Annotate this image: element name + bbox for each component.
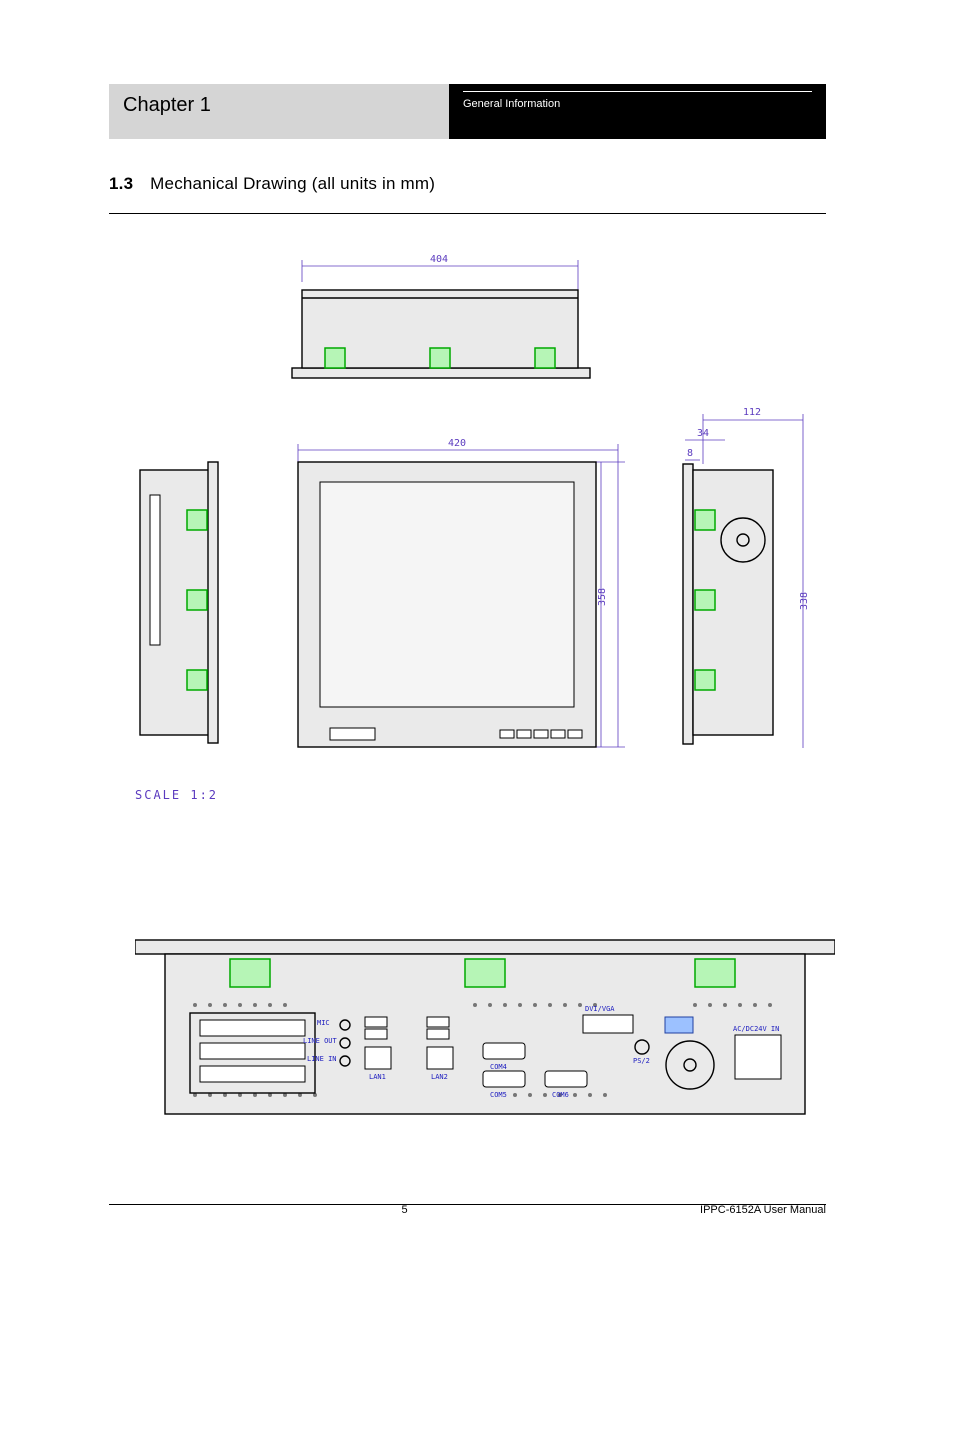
dim-side-inner2: 8 [687, 448, 693, 459]
port-dvi-label: DVI/VGA [585, 1005, 615, 1013]
port-com4-label: COM4 [490, 1063, 507, 1071]
port-power-label: AC/DC24V IN [733, 1025, 779, 1033]
dim-front-width: 420 [448, 438, 466, 449]
dim-side-height: 338 [799, 592, 810, 610]
section-number: 1.3 [109, 174, 133, 193]
dim-side-depth: 112 [743, 407, 761, 418]
chapter-header: Chapter 1 General Information [109, 84, 826, 139]
port-linein-label: LINE IN [307, 1055, 337, 1063]
port-lan1-label: LAN1 [369, 1073, 386, 1081]
front-view: 420 358 [298, 438, 625, 747]
port-lineout-label: LINE OUT [303, 1037, 338, 1045]
section-heading: 1.3 Mechanical Drawing (all units in mm) [109, 174, 826, 194]
page-number: 5 [401, 1204, 407, 1216]
mechanical-drawing-bottom: MIC LINE OUT LINE IN LAN1 LAN2 DVI/VGA P… [135, 935, 835, 1155]
chapter-title: General Information [463, 98, 560, 110]
port-ps2-label: PS/2 [633, 1057, 650, 1065]
doc-title: IPPC-6152A User Manual [700, 1204, 826, 1216]
page-footer: 5 IPPC-6152A User Manual [109, 1204, 826, 1216]
chapter-title-block: General Information [449, 84, 826, 139]
port-com5-label: COM5 [490, 1091, 507, 1099]
chapter-number-block: Chapter 1 [109, 84, 449, 139]
port-com6-label: COM6 [552, 1091, 569, 1099]
section-divider [109, 213, 826, 214]
right-side-view: 112 34 8 338 [683, 407, 810, 748]
port-lan2-label: LAN2 [431, 1073, 448, 1081]
mechanical-drawing-views: 404 [135, 250, 835, 820]
top-view: 404 [292, 254, 590, 378]
scale-label: SCALE 1:2 [135, 788, 218, 802]
dim-front-height: 358 [597, 588, 608, 606]
section-title-text: Mechanical Drawing (all units in mm) [150, 174, 435, 193]
left-side-view [140, 462, 218, 743]
port-mic-label: MIC [317, 1019, 330, 1027]
dim-top-width: 404 [430, 254, 448, 265]
dim-side-inner1: 34 [697, 428, 709, 439]
chapter-number: Chapter 1 [109, 84, 449, 117]
